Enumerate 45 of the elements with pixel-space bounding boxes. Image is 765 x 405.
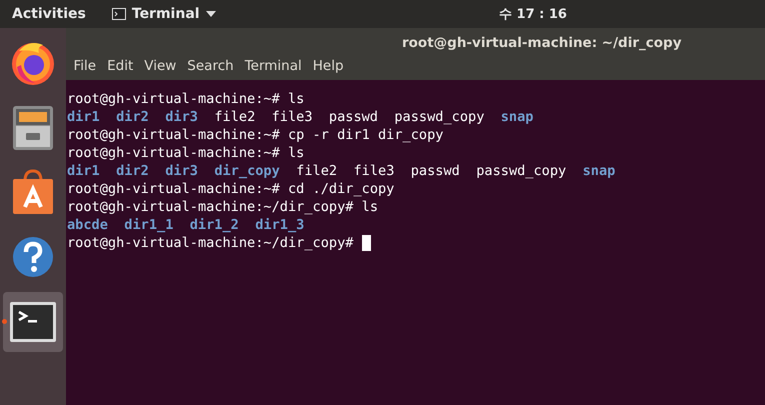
- directory-name: snap: [500, 108, 534, 126]
- file-name: file3: [272, 108, 313, 126]
- directory-name: abcde: [67, 216, 108, 234]
- terminal-line: root@gh-virtual-machine:~# cp -r dir1 dir_copy: [67, 126, 444, 144]
- directory-name: dir3: [165, 108, 198, 126]
- file-name: file3: [353, 162, 394, 180]
- menu-item[interactable]: View: [138, 58, 182, 74]
- terminal-line: root@gh-virtual-machine:~# ls: [67, 144, 304, 162]
- file-name: passwd_copy: [476, 162, 566, 180]
- directory-name: dir1: [67, 108, 100, 126]
- directory-name: dir3: [165, 162, 198, 180]
- running-indicator: [2, 319, 7, 324]
- directory-name: dir2: [116, 162, 149, 180]
- file-name: passwd_copy: [394, 108, 484, 126]
- terminal-line: root@gh-virtual-machine:~# ls: [67, 90, 304, 108]
- app-menu[interactable]: Terminal: [132, 6, 200, 22]
- terminal-line: root@gh-virtual-machine:~/dir_copy#: [67, 234, 354, 252]
- dock-item[interactable]: [3, 292, 63, 352]
- directory-name: dir1_2: [190, 216, 239, 234]
- caret-icon: [206, 11, 216, 17]
- terminal-icon: [10, 302, 56, 342]
- file-name: file2: [214, 108, 256, 126]
- activities-button[interactable]: Activities: [0, 6, 102, 22]
- shopping-bag-icon: [11, 169, 55, 215]
- terminal-line: root@gh-virtual-machine:~/dir_copy# ls: [67, 198, 378, 216]
- help-icon: [12, 236, 54, 278]
- directory-name: dir1: [67, 162, 100, 180]
- directory-name: snap: [582, 162, 616, 180]
- menu-item[interactable]: Terminal: [239, 58, 308, 74]
- menu-item[interactable]: Search: [182, 58, 240, 74]
- file-name: passwd: [410, 162, 460, 180]
- terminal-line: root@gh-virtual-machine:~# cd ./dir_copy: [67, 180, 394, 198]
- menu-item[interactable]: Edit: [102, 58, 139, 74]
- menu-item[interactable]: File: [68, 58, 102, 74]
- clock[interactable]: 수 17 : 16: [499, 5, 567, 23]
- window-title: root@gh-virtual-machine: ~/dir_copy: [402, 34, 682, 53]
- text-cursor: [362, 235, 371, 251]
- directory-name: dir2: [116, 108, 149, 126]
- directory-name: dir1_1: [124, 216, 174, 234]
- directory-name: dir1_3: [255, 216, 304, 234]
- file-name: file2: [296, 162, 338, 180]
- terminal-icon: [112, 8, 126, 20]
- menu-item[interactable]: Help: [307, 58, 350, 74]
- directory-name: dir_copy: [214, 162, 280, 180]
- file-name: passwd: [328, 108, 378, 126]
